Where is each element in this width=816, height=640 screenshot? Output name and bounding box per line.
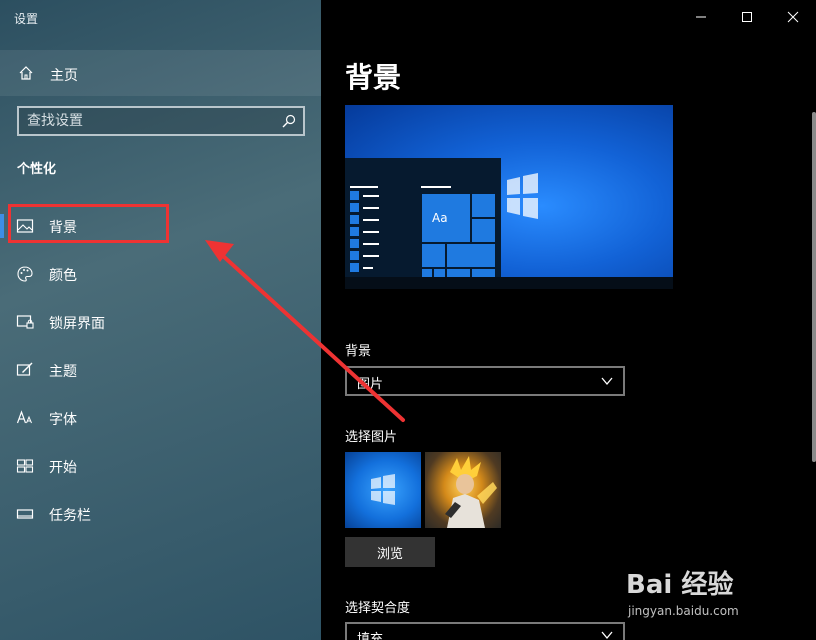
fit-dropdown[interactable]: 填充 xyxy=(345,622,625,640)
search-field[interactable] xyxy=(17,106,305,136)
picture-icon xyxy=(16,219,34,233)
scrollbar[interactable] xyxy=(812,112,816,462)
content-pane: 背景 Aa 背景 图片 选择图片 浏览 选择契合度 填充 xyxy=(321,0,816,640)
browse-button[interactable]: 浏览 xyxy=(345,537,435,567)
taskbar-icon xyxy=(16,509,34,519)
maximize-button[interactable] xyxy=(724,0,770,34)
sidebar-item-themes[interactable]: 主题 xyxy=(0,350,321,390)
section-title: 个性化 xyxy=(17,162,57,177)
sidebar-item-fonts[interactable]: 字体 xyxy=(0,398,321,438)
watermark-sub-text: jingyan.baidu.com xyxy=(628,604,739,618)
desktop-preview: Aa xyxy=(345,105,673,289)
fit-label: 选择契合度 xyxy=(345,601,411,616)
window-controls xyxy=(678,0,816,34)
sidebar-item-label: 锁屏界面 xyxy=(49,316,105,332)
minimize-icon xyxy=(696,16,706,18)
picture-thumbnail-windows[interactable] xyxy=(345,452,421,528)
chevron-down-icon xyxy=(601,377,613,386)
close-button[interactable] xyxy=(770,0,816,34)
lock-screen-icon xyxy=(16,315,34,329)
dropdown-value: 图片 xyxy=(357,377,384,392)
background-type-dropdown[interactable]: 图片 xyxy=(345,366,625,396)
character-artwork xyxy=(445,456,497,528)
start-menu-preview xyxy=(345,158,501,289)
sidebar-item-label: 主页 xyxy=(50,68,78,84)
windows-logo-icon xyxy=(371,474,395,505)
windows-logo-icon xyxy=(507,173,538,219)
preview-sample-text: Aa xyxy=(432,211,448,225)
start-icon xyxy=(16,459,34,473)
sidebar-item-colors[interactable]: 颜色 xyxy=(0,254,321,294)
sidebar-item-home[interactable]: 主页 xyxy=(0,50,321,96)
sidebar-item-start[interactable]: 开始 xyxy=(0,446,321,486)
start-menu-tiles xyxy=(350,186,497,281)
sidebar-item-label: 主题 xyxy=(49,364,77,380)
theme-icon xyxy=(16,362,33,376)
sidebar-item-taskbar[interactable]: 任务栏 xyxy=(0,494,321,534)
sidebar-item-label: 开始 xyxy=(49,460,77,476)
sidebar-item-lock-screen[interactable]: 锁屏界面 xyxy=(0,302,321,342)
font-icon xyxy=(16,410,32,424)
sidebar-item-label: 任务栏 xyxy=(49,508,91,524)
sidebar-item-label: 背景 xyxy=(49,220,77,236)
picture-thumbnail-character[interactable] xyxy=(425,452,501,528)
search-icon[interactable] xyxy=(281,113,297,129)
watermark-main-text: Bai 经验 xyxy=(626,570,734,600)
dropdown-value: 填充 xyxy=(357,632,384,640)
sidebar-item-background[interactable]: 背景 xyxy=(0,206,321,246)
palette-icon xyxy=(17,266,33,282)
taskbar-preview xyxy=(345,277,673,289)
baidu-jingyan-watermark: Bai 经验 jingyan.baidu.com xyxy=(620,564,800,628)
home-icon xyxy=(19,66,33,80)
sidebar-item-label: 颜色 xyxy=(49,268,77,284)
choose-picture-label: 选择图片 xyxy=(345,430,398,445)
search-input[interactable] xyxy=(27,112,267,130)
app-title: 设置 xyxy=(14,12,39,26)
minimize-button[interactable] xyxy=(678,0,724,34)
sidebar-item-label: 字体 xyxy=(49,412,77,428)
settings-sidebar: 设置 主页 个性化 背景 颜色 xyxy=(0,0,321,640)
chevron-down-icon xyxy=(601,631,613,640)
close-icon xyxy=(787,11,799,23)
background-label: 背景 xyxy=(345,344,372,359)
page-title: 背景 xyxy=(345,61,402,94)
maximize-icon xyxy=(742,12,752,22)
